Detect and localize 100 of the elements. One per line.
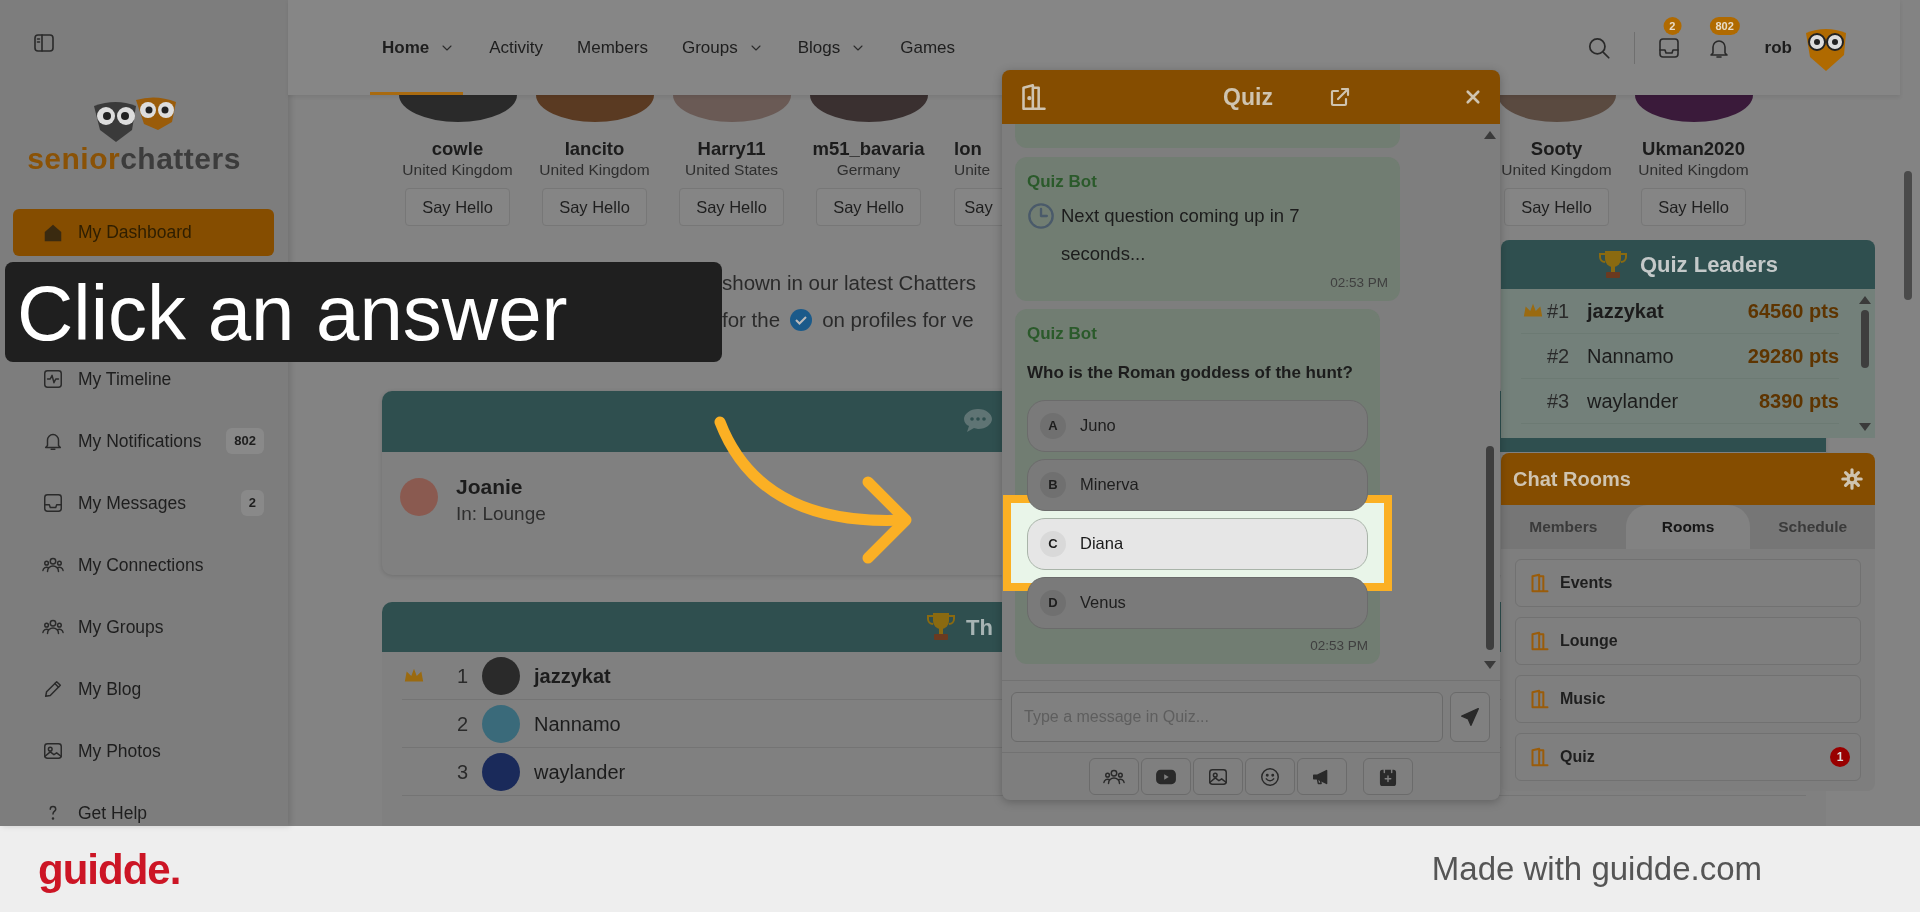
scrollbar-thumb[interactable] — [1486, 446, 1494, 650]
say-hello-button[interactable]: Say — [954, 188, 1002, 227]
nav-tab[interactable]: Activity — [489, 0, 544, 95]
logo-text: seniorchatters — [27, 142, 241, 175]
points-text: 8390 pts — [1758, 389, 1839, 414]
answer-option[interactable]: D Venus — [1027, 576, 1368, 629]
player-name[interactable]: jazzykat — [1587, 296, 1664, 326]
room-item[interactable]: Events — [1515, 559, 1861, 607]
room-item[interactable]: Quiz 1 — [1515, 733, 1861, 781]
member-name[interactable]: m51_bavaria — [812, 138, 925, 161]
nav-tab[interactable]: Games — [900, 0, 955, 95]
room-item[interactable]: Lounge — [1515, 617, 1861, 665]
rank-number: #2 — [1547, 344, 1571, 369]
room-item[interactable]: Music — [1515, 675, 1861, 723]
say-hello-button[interactable]: Say Hello — [542, 188, 647, 227]
member-name[interactable]: lon — [954, 138, 982, 161]
scroll-up-icon[interactable] — [1859, 296, 1871, 304]
message-text: Next question coming up in 7 seconds... — [1061, 203, 1301, 266]
tab[interactable]: Schedule — [1750, 505, 1875, 549]
sidebar-item[interactable]: My Dashboard — [13, 209, 274, 256]
nav-tab[interactable]: Groups — [681, 0, 764, 95]
sidebar-item[interactable]: Get Help — [13, 799, 274, 827]
promo-text: on profiles for ve — [822, 307, 974, 334]
sidebar-item[interactable]: My Timeline — [13, 365, 274, 393]
toolbar-button[interactable] — [1363, 758, 1413, 795]
verified-check-icon — [790, 308, 813, 331]
pulse-icon — [42, 368, 64, 390]
member-country: United Kingdom — [1501, 160, 1612, 181]
player-name[interactable]: waylander — [534, 756, 626, 787]
count-badge: 802 — [226, 428, 264, 454]
answer-option[interactable]: C Diana — [1027, 517, 1368, 570]
answer-option[interactable]: A Juno — [1027, 399, 1368, 452]
toolbar-button[interactable] — [1089, 758, 1139, 795]
player-name[interactable]: waylander — [1587, 386, 1679, 416]
member-name[interactable]: Harry11 — [697, 138, 766, 161]
panel-title: Quiz Leaders — [1639, 251, 1779, 279]
message-time: 02:53 PM — [1329, 273, 1388, 292]
clock-icon — [1027, 201, 1055, 230]
sidebar-item[interactable]: My Notifications 802 — [13, 427, 274, 455]
sidebar-item[interactable]: My Groups — [13, 613, 274, 641]
photo-placeholder — [482, 656, 520, 695]
door-icon — [1530, 631, 1550, 651]
send-button[interactable] — [1450, 691, 1490, 742]
member-country: Germany — [836, 160, 901, 181]
say-hello-button[interactable]: Say Hello — [679, 188, 784, 227]
rank-number: 3 — [455, 759, 468, 785]
door-icon — [1530, 747, 1550, 767]
member-name[interactable]: Iancito — [564, 138, 625, 161]
sidebar-item[interactable]: My Blog — [13, 675, 274, 703]
player-name[interactable]: Nannamo — [534, 708, 621, 739]
rank-number: #3 — [1547, 389, 1571, 414]
say-hello-button[interactable]: Say Hello — [405, 188, 510, 227]
nav-tab[interactable]: Members — [577, 0, 648, 95]
settings-icon[interactable] — [1841, 468, 1863, 490]
count-badge: 2 — [240, 490, 264, 516]
sidebar-item[interactable]: My Connections — [13, 551, 274, 579]
player-name[interactable]: Nannamo — [1587, 341, 1674, 371]
inbox-icon[interactable] — [1656, 35, 1681, 60]
sidebar-item[interactable]: My Messages 2 — [13, 489, 274, 517]
card-title: Th — [966, 613, 993, 642]
smiley-icon — [1259, 765, 1281, 788]
say-hello-button[interactable]: Say Hello — [816, 188, 921, 227]
door-icon — [1530, 689, 1550, 709]
member-name[interactable]: Sooty — [1530, 138, 1583, 161]
photo-placeholder — [482, 704, 520, 743]
tab[interactable]: Members — [1501, 505, 1626, 549]
say-hello-button[interactable]: Say Hello — [1641, 188, 1746, 227]
sidebar-item[interactable]: My Photos — [13, 737, 274, 765]
sender-name: Quiz Bot — [1027, 171, 1098, 193]
toolbar-button[interactable] — [1193, 758, 1243, 795]
external-link-icon[interactable] — [1328, 85, 1352, 109]
scroll-down-icon[interactable] — [1484, 661, 1496, 669]
say-hello-button[interactable]: Say Hello — [1504, 188, 1609, 227]
scrollbar-thumb[interactable] — [1861, 310, 1869, 368]
player-name[interactable]: jazzykat — [534, 660, 611, 691]
close-icon[interactable] — [1464, 88, 1482, 106]
tab[interactable]: Rooms — [1625, 505, 1751, 549]
member-name[interactable]: Ukman2020 — [1642, 138, 1745, 161]
sender-name: Quiz Bot — [1027, 322, 1098, 345]
rank-number: 2 — [455, 711, 468, 737]
photo-placeholder — [400, 478, 438, 517]
tutorial-callout: Click an answer — [5, 262, 722, 362]
door-icon — [1020, 83, 1048, 111]
member-name[interactable]: cowle — [431, 138, 484, 161]
toolbar-button[interactable] — [1141, 758, 1191, 795]
toolbar-button[interactable] — [1245, 758, 1295, 795]
paper-plane-icon — [1459, 705, 1481, 728]
scrollbar-thumb[interactable] — [1904, 171, 1912, 300]
scroll-down-icon[interactable] — [1859, 423, 1871, 431]
count-badge: 1 — [1830, 747, 1850, 767]
answer-option[interactable]: B Minerva — [1027, 458, 1368, 511]
scroll-up-icon[interactable] — [1484, 131, 1496, 139]
user-name[interactable]: rob — [1764, 34, 1792, 61]
online-user-name[interactable]: Joanie — [456, 474, 546, 500]
nav-tab[interactable]: Blogs — [797, 0, 867, 95]
door-icon — [1530, 573, 1550, 593]
promo-text: for the — [722, 307, 781, 334]
question-text: Who is the Roman goddess of the hunt? — [1027, 362, 1354, 385]
window-title: Quiz — [1222, 82, 1274, 112]
toolbar-button[interactable] — [1297, 758, 1347, 795]
